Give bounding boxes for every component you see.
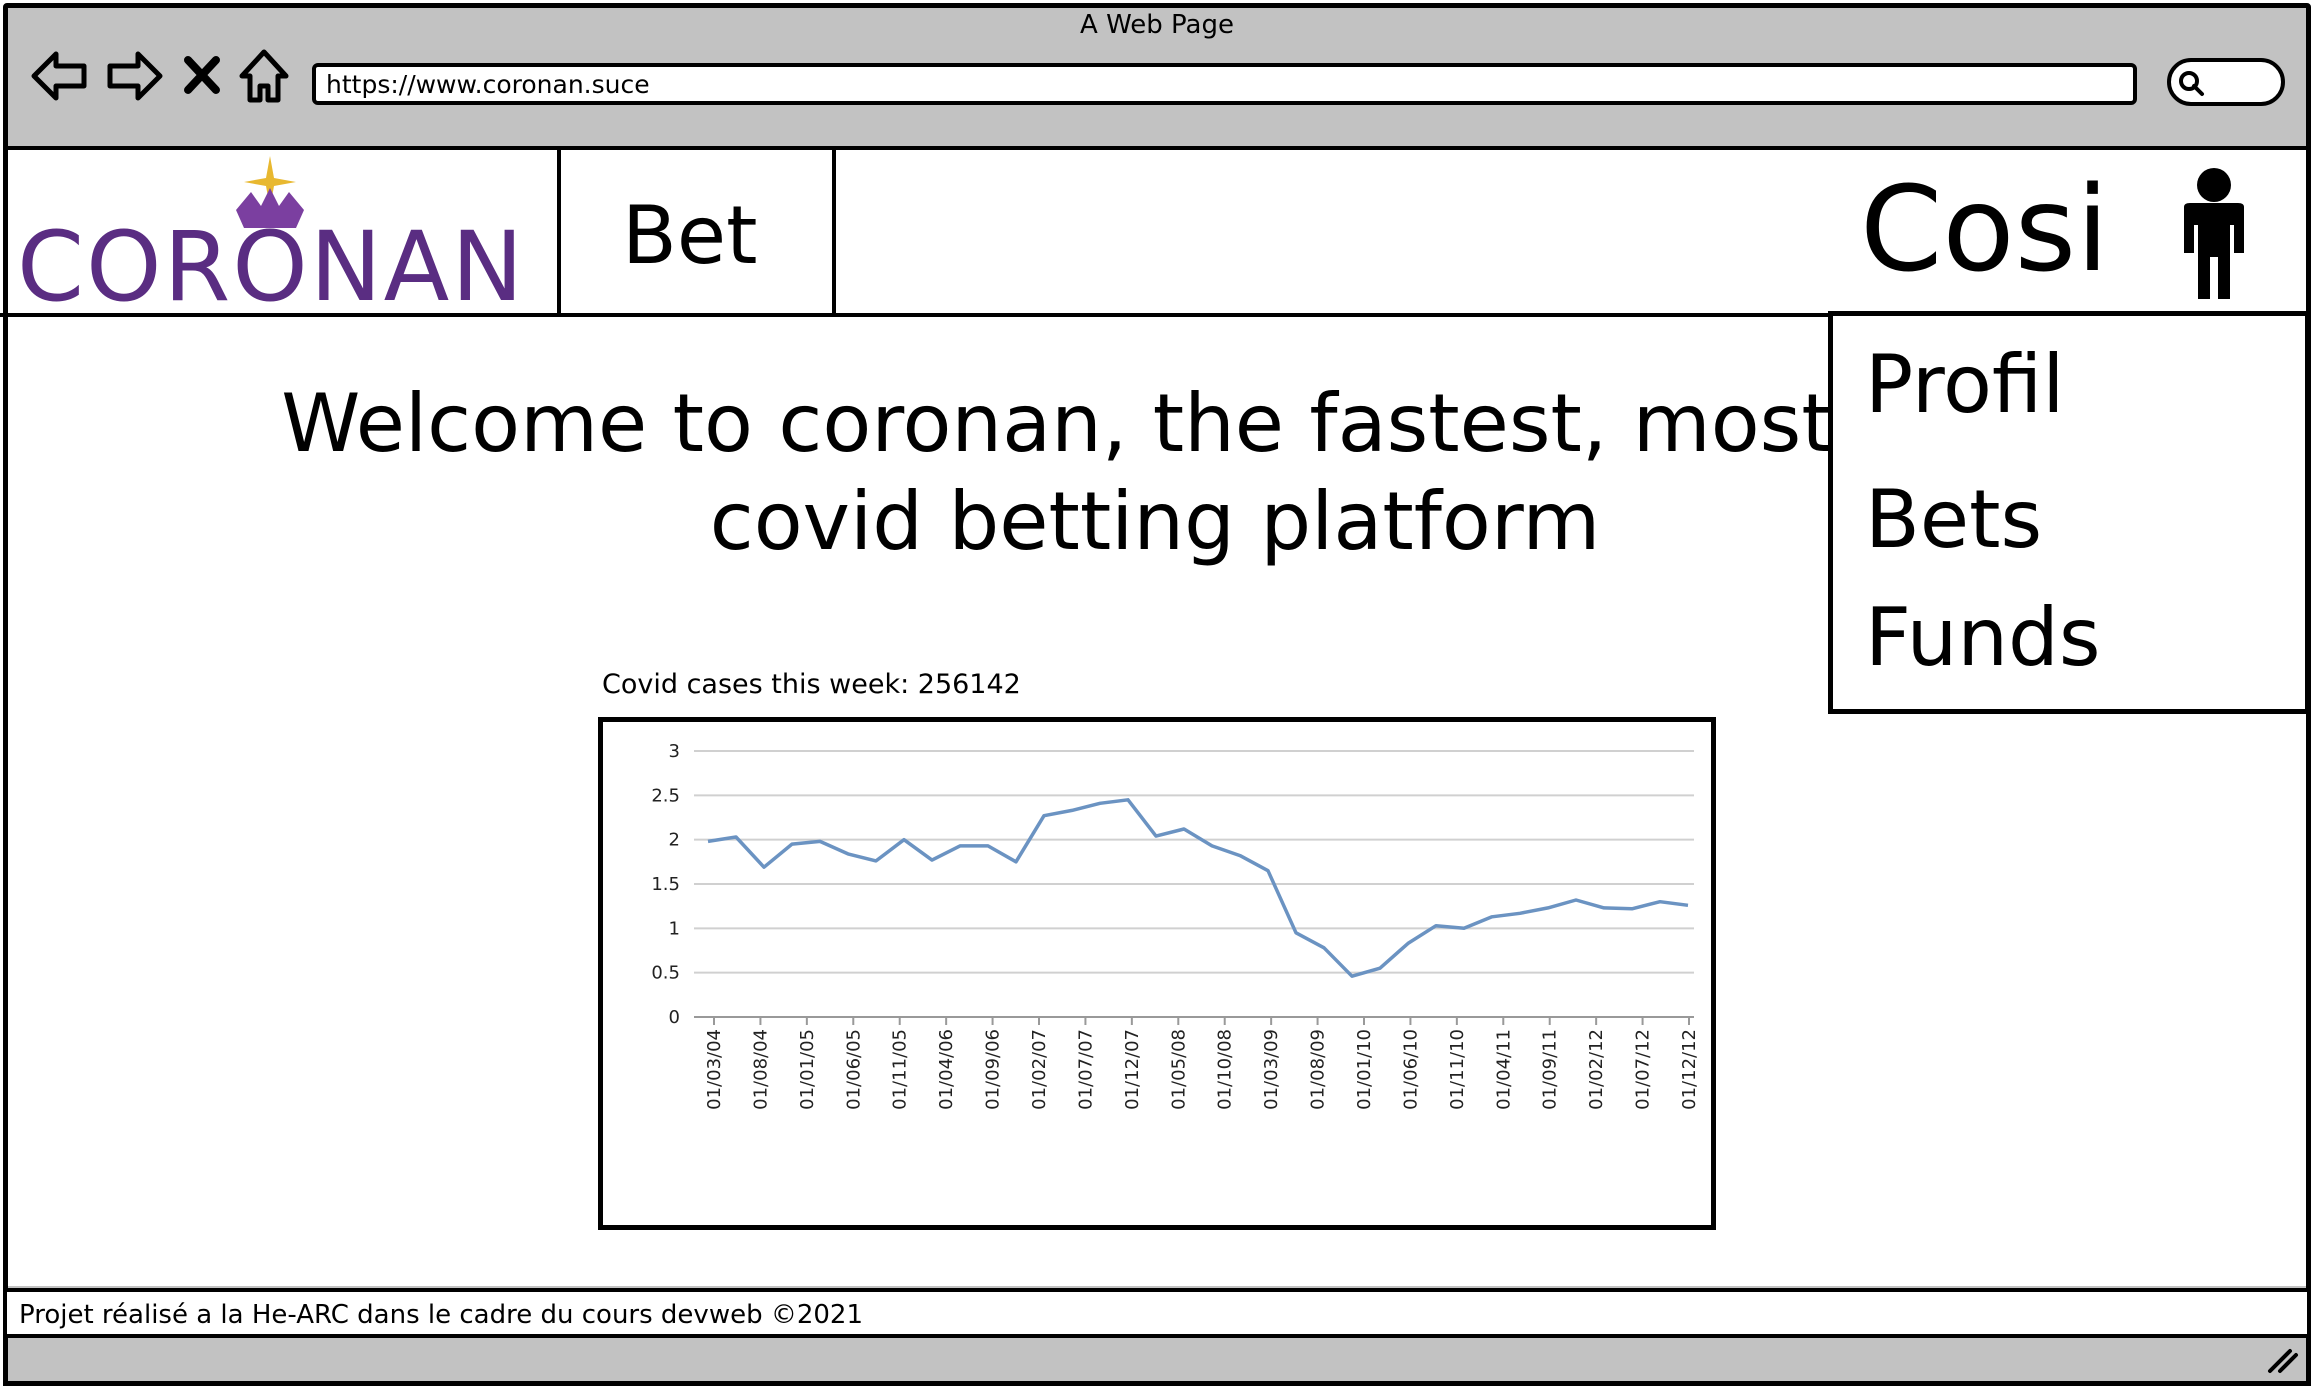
x-tick-label: 01/10/08 bbox=[1215, 1029, 1236, 1110]
search-field[interactable] bbox=[2167, 58, 2285, 106]
y-tick-label: 2 bbox=[669, 830, 680, 851]
y-tick-label: 1.5 bbox=[651, 874, 680, 895]
x-tick-label: 01/06/10 bbox=[1400, 1029, 1421, 1110]
forward-arrow-icon[interactable] bbox=[104, 46, 164, 106]
x-tick-label: 01/07/12 bbox=[1633, 1029, 1654, 1110]
y-tick-label: 2.5 bbox=[651, 785, 680, 806]
url-input[interactable]: https://www.coronan.suce bbox=[312, 63, 2137, 105]
navbar-bottom-border bbox=[0, 313, 1840, 317]
x-tick-label: 01/03/09 bbox=[1261, 1029, 1282, 1110]
navbar-divider bbox=[557, 148, 561, 314]
y-tick-label: 0.5 bbox=[651, 963, 680, 984]
x-tick-label: 01/04/11 bbox=[1493, 1029, 1514, 1110]
x-tick-label: 01/01/05 bbox=[797, 1029, 818, 1110]
x-tick-label: 01/11/05 bbox=[890, 1029, 911, 1110]
y-tick-label: 0 bbox=[669, 1007, 680, 1028]
x-tick-label: 01/12/07 bbox=[1122, 1029, 1143, 1110]
x-tick-label: 01/03/04 bbox=[704, 1029, 725, 1110]
x-tick-label: 01/06/05 bbox=[843, 1029, 864, 1110]
covid-cases-chart: 0 0.5 1 1.5 2 2.5 3 01/03/04 01/08/04 01/01/05 01… bbox=[651, 741, 1700, 1110]
welcome-heading: Welcome to coronan, the fastest, most ef… bbox=[281, 377, 2029, 568]
back-arrow-icon[interactable] bbox=[30, 46, 90, 106]
menu-item-bets[interactable]: Bets bbox=[1865, 480, 2042, 560]
footer: Projet réalisé a la He-ARC dans le cadre… bbox=[3, 1288, 2311, 1338]
search-icon bbox=[2179, 71, 2204, 96]
status-bar bbox=[3, 1338, 2311, 1386]
user-icon[interactable] bbox=[2174, 167, 2254, 303]
logo-text: CORONAN bbox=[17, 211, 525, 310]
chart-caption: Covid cases this week: 256142 bbox=[602, 669, 1021, 700]
menu-item-profil[interactable]: Profil bbox=[1865, 345, 2065, 425]
x-tick-label: 01/04/06 bbox=[936, 1029, 957, 1110]
user-name[interactable]: Cosi bbox=[1860, 170, 2109, 288]
y-tick-label: 3 bbox=[669, 741, 680, 762]
home-icon[interactable] bbox=[236, 46, 296, 106]
x-tick-label: 01/09/06 bbox=[983, 1029, 1004, 1110]
x-tick-label: 01/09/11 bbox=[1540, 1029, 1561, 1110]
x-tick-label: 01/07/07 bbox=[1075, 1029, 1096, 1110]
x-tick-label: 01/02/12 bbox=[1586, 1029, 1607, 1110]
x-tick-label: 01/12/12 bbox=[1679, 1029, 1700, 1110]
x-tick-label: 01/08/09 bbox=[1308, 1029, 1329, 1110]
window-title: A Web Page bbox=[1080, 10, 1234, 40]
coronan-logo[interactable]: CORONAN bbox=[15, 150, 535, 323]
y-tick-label: 1 bbox=[669, 918, 680, 939]
menu-item-funds[interactable]: Funds bbox=[1865, 598, 2101, 678]
stop-icon[interactable] bbox=[180, 46, 240, 106]
x-tick-label: 01/05/08 bbox=[1168, 1029, 1189, 1110]
navbar-divider bbox=[832, 148, 836, 314]
series-line bbox=[707, 798, 1689, 978]
x-tick-label: 01/08/04 bbox=[750, 1029, 771, 1110]
nav-bet-link[interactable]: Bet bbox=[622, 196, 757, 276]
x-tick-label: 01/01/10 bbox=[1354, 1029, 1375, 1110]
x-tick-label: 01/02/07 bbox=[1029, 1029, 1050, 1110]
resize-grip-icon[interactable] bbox=[2260, 1345, 2300, 1375]
x-tick-label: 01/11/10 bbox=[1447, 1029, 1468, 1110]
